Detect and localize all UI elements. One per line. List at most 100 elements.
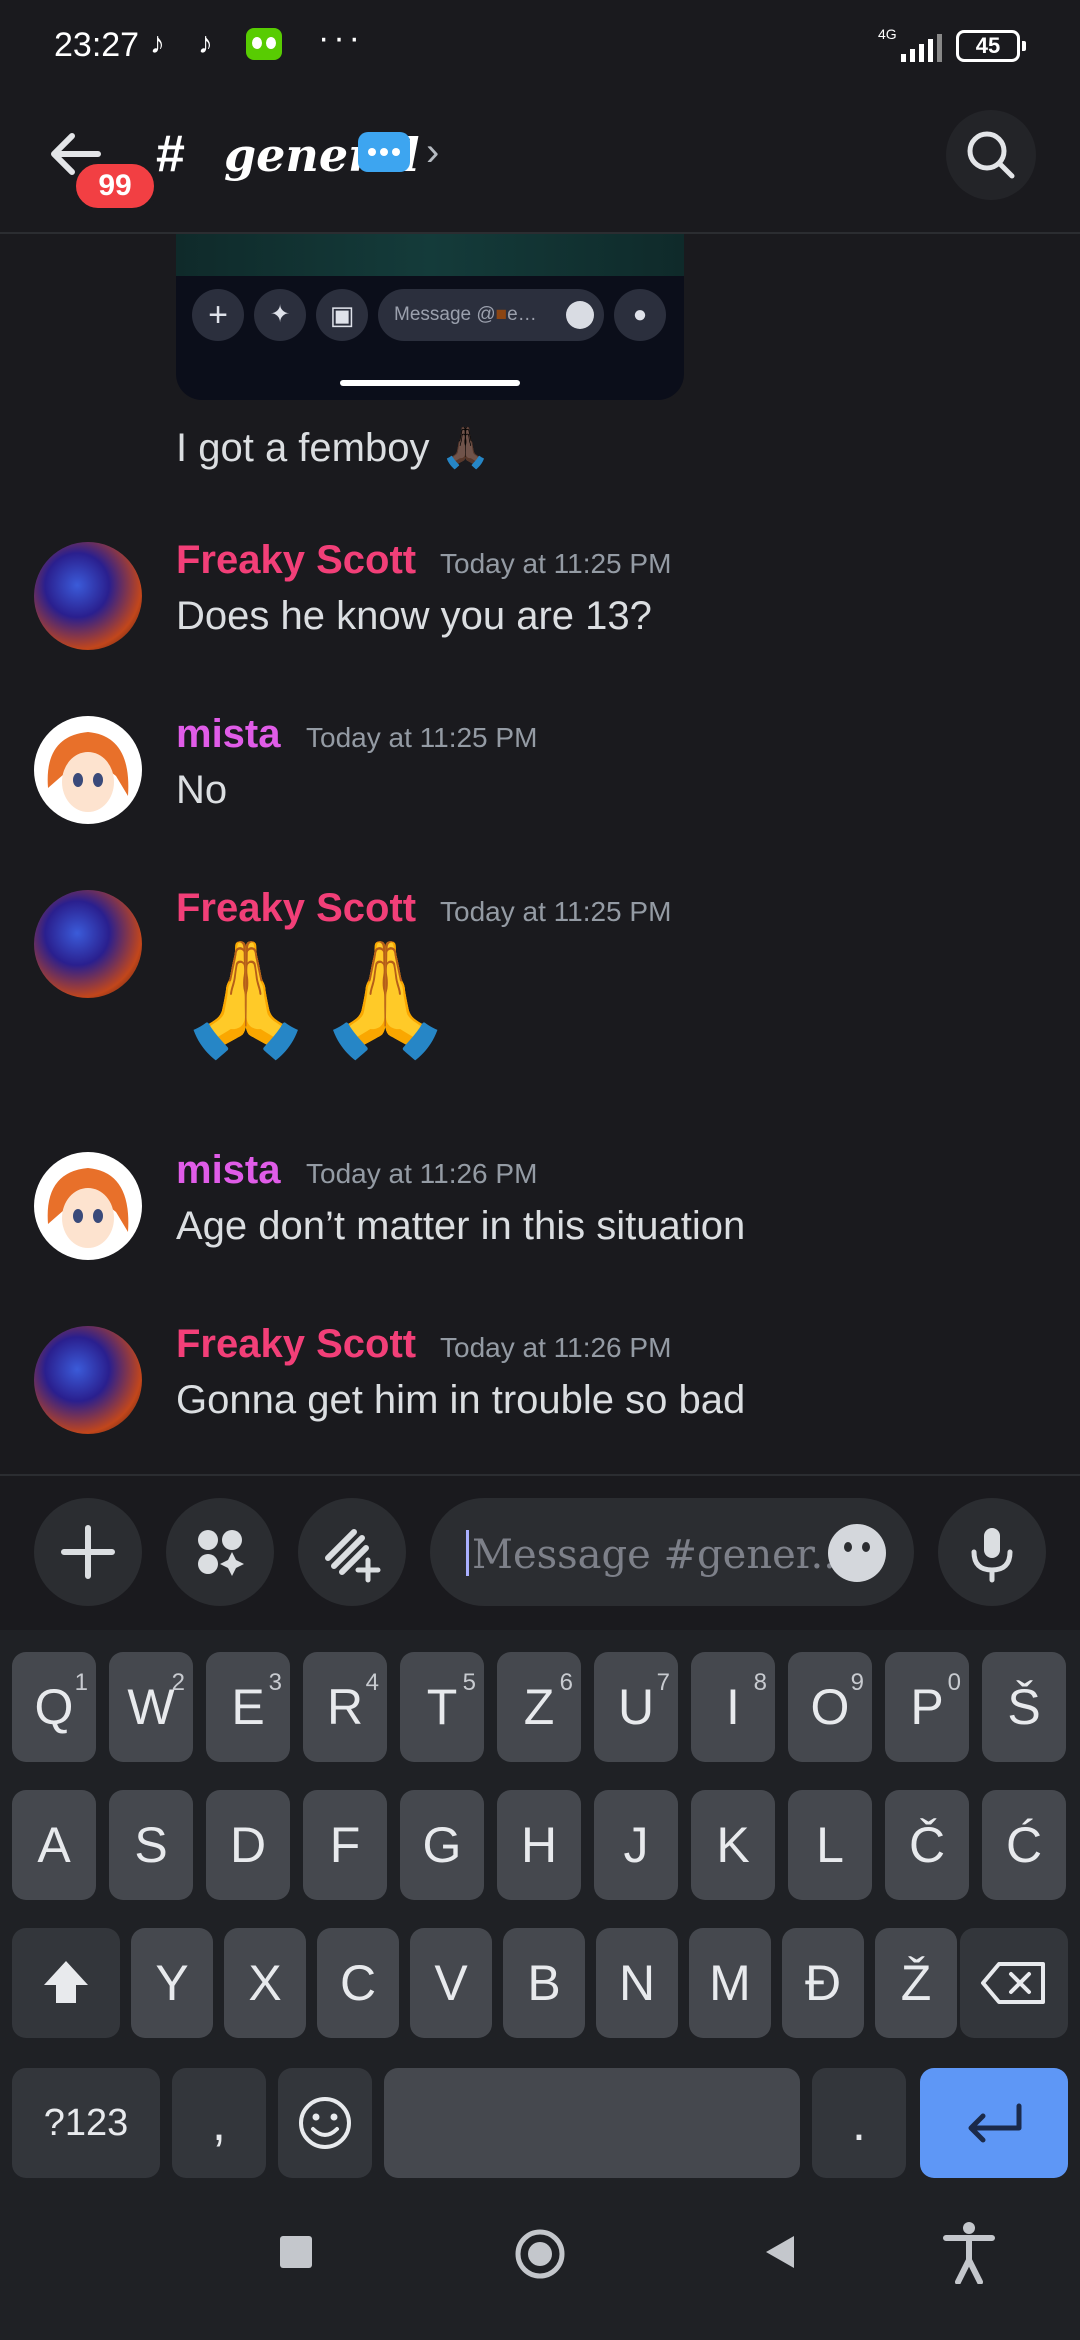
apps-button[interactable] bbox=[166, 1498, 274, 1606]
message-group: Freaky Scott Today at 11:25 PM 🙏🙏 bbox=[0, 886, 1080, 1116]
key-z[interactable]: Z6 bbox=[497, 1652, 581, 1762]
emoji-key[interactable] bbox=[278, 2068, 372, 2178]
emoji-icon bbox=[566, 301, 594, 329]
key-q[interactable]: Q1 bbox=[12, 1652, 96, 1762]
on-screen-keyboard: Q1 W2 E3 R4 T5 Z6 U7 I8 O9 P0 Š A S D F … bbox=[0, 1630, 1080, 2190]
text-cursor bbox=[466, 1530, 469, 1576]
home-circle-icon[interactable] bbox=[512, 2226, 568, 2282]
screenshot-attachment[interactable]: + ✦ ▣ Message @■e… ● bbox=[176, 234, 684, 400]
avatar[interactable] bbox=[34, 1152, 142, 1260]
key-v[interactable]: V bbox=[410, 1928, 492, 2038]
plus-icon bbox=[61, 1525, 115, 1579]
key-h[interactable]: H bbox=[497, 1790, 581, 1900]
accessibility-icon[interactable] bbox=[942, 2220, 996, 2284]
enter-key[interactable] bbox=[920, 2068, 1068, 2178]
message-placeholder: Message #gener... bbox=[472, 1532, 849, 1578]
key-n[interactable]: N bbox=[596, 1928, 678, 2038]
username[interactable]: Freaky Scott bbox=[176, 886, 416, 931]
key-d-stroke[interactable]: Đ bbox=[782, 1928, 864, 2038]
key-k[interactable]: K bbox=[691, 1790, 775, 1900]
period-key[interactable]: . bbox=[812, 2068, 906, 2178]
key-f[interactable]: F bbox=[303, 1790, 387, 1900]
search-button[interactable] bbox=[946, 110, 1036, 200]
space-key[interactable] bbox=[384, 2068, 800, 2178]
key-j[interactable]: J bbox=[594, 1790, 678, 1900]
key-s[interactable]: S bbox=[109, 1790, 193, 1900]
avatar[interactable] bbox=[34, 716, 142, 824]
key-x[interactable]: X bbox=[224, 1928, 306, 2038]
locked-channel-icon: # bbox=[156, 120, 202, 184]
shift-key[interactable] bbox=[12, 1928, 120, 2038]
key-t[interactable]: T5 bbox=[400, 1652, 484, 1762]
message-list[interactable]: + ✦ ▣ Message @■e… ● I got a femboy 🙏🏿 F… bbox=[0, 234, 1080, 1474]
key-e[interactable]: E3 bbox=[206, 1652, 290, 1762]
message-input[interactable]: Message #gener... bbox=[430, 1498, 914, 1606]
key-g[interactable]: G bbox=[400, 1790, 484, 1900]
apps-icon bbox=[198, 1530, 244, 1576]
apps-icon: ✦ bbox=[254, 289, 306, 341]
key-b[interactable]: B bbox=[503, 1928, 585, 2038]
message-text: No bbox=[176, 768, 228, 812]
key-w[interactable]: W2 bbox=[109, 1652, 193, 1762]
key-p[interactable]: P0 bbox=[885, 1652, 969, 1762]
signal-icon: 4G bbox=[870, 26, 942, 64]
username[interactable]: mista bbox=[176, 1148, 281, 1193]
key-d[interactable]: D bbox=[206, 1790, 290, 1900]
message-group: Freaky Scott Today at 11:26 PM Gonna get… bbox=[0, 1322, 1080, 1442]
notification-icons: ♪ ♪ ··· bbox=[150, 19, 364, 60]
battery-level: 45 bbox=[975, 33, 1001, 58]
key-y[interactable]: Y bbox=[131, 1928, 213, 2038]
key-a[interactable]: A bbox=[12, 1790, 96, 1900]
backspace-key[interactable] bbox=[960, 1928, 1068, 2038]
message-text: Gonna get him in trouble so bad bbox=[176, 1378, 746, 1422]
stickers-button[interactable] bbox=[298, 1498, 406, 1606]
network-type: 4G bbox=[878, 26, 897, 42]
voice-message-button[interactable] bbox=[938, 1498, 1046, 1606]
key-l[interactable]: L bbox=[788, 1790, 872, 1900]
key-c[interactable]: C bbox=[317, 1928, 399, 2038]
embed-message-field: Message @■e… bbox=[378, 289, 604, 341]
emoji-picker-icon[interactable] bbox=[828, 1524, 886, 1582]
timestamp: Today at 11:25 PM bbox=[306, 722, 538, 753]
folded-hands-emoji: 🙏🙏 bbox=[176, 936, 455, 1061]
avatar[interactable] bbox=[34, 542, 142, 650]
message-group: Freaky Scott Today at 11:25 PM Does he k… bbox=[0, 538, 1080, 658]
key-r[interactable]: R4 bbox=[303, 1652, 387, 1762]
unread-badge: 99 bbox=[72, 160, 158, 212]
message-group: mista Today at 11:25 PM No bbox=[0, 712, 1080, 832]
recents-square-icon[interactable] bbox=[276, 2232, 316, 2272]
avatar[interactable] bbox=[34, 890, 142, 998]
key-o[interactable]: O9 bbox=[788, 1652, 872, 1762]
shift-icon bbox=[44, 1961, 88, 2003]
gift-icon: ▣ bbox=[316, 289, 368, 341]
key-u[interactable]: U7 bbox=[594, 1652, 678, 1762]
key-i[interactable]: I8 bbox=[691, 1652, 775, 1762]
key-z-caron[interactable]: Ž bbox=[875, 1928, 957, 2038]
message-composer: Message #gener... bbox=[0, 1474, 1080, 1630]
key-s-caron[interactable]: Š bbox=[982, 1652, 1066, 1762]
smiley-icon bbox=[299, 2097, 351, 2149]
timestamp: Today at 11:25 PM bbox=[440, 896, 672, 927]
backspace-icon bbox=[981, 1962, 1045, 2004]
microphone-icon bbox=[971, 1528, 1013, 1583]
avatar[interactable] bbox=[34, 1326, 142, 1434]
status-bar: 23:27 ♪ ♪ ··· 4G 45 bbox=[0, 0, 1080, 96]
timestamp: Today at 11:26 PM bbox=[306, 1158, 538, 1189]
key-c-acute[interactable]: Ć bbox=[982, 1790, 1066, 1900]
username[interactable]: mista bbox=[176, 712, 281, 757]
username[interactable]: Freaky Scott bbox=[176, 538, 416, 583]
chevron-right-icon[interactable]: › bbox=[426, 130, 439, 175]
key-m[interactable]: M bbox=[689, 1928, 771, 2038]
comma-key[interactable]: , bbox=[172, 2068, 266, 2178]
tiktok-icon: ♪ bbox=[150, 27, 165, 60]
username[interactable]: Freaky Scott bbox=[176, 1322, 416, 1367]
add-attachment-button[interactable] bbox=[34, 1498, 142, 1606]
channel-header: 99 # general › bbox=[0, 96, 1080, 234]
system-navigation-bar bbox=[0, 2190, 1080, 2340]
symbols-key[interactable]: ?123 bbox=[12, 2068, 160, 2178]
enter-icon bbox=[968, 2103, 1022, 2143]
back-triangle-icon[interactable] bbox=[760, 2232, 800, 2272]
tiktok-icon: ♪ bbox=[198, 27, 213, 60]
message-text: Does he know you are 13? bbox=[176, 594, 652, 638]
key-c-caron[interactable]: Č bbox=[885, 1790, 969, 1900]
